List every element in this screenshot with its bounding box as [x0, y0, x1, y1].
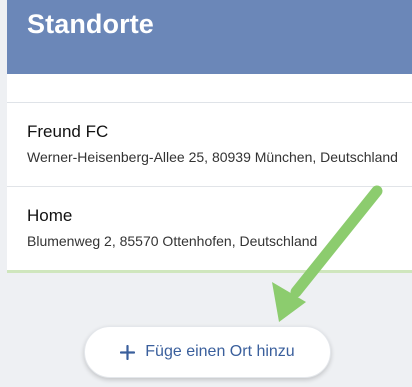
location-name: Freund FC [27, 122, 109, 141]
app-header: Standorte [7, 0, 412, 74]
locations-list: Freund FC Werner-Heisenberg-Allee 25, 80… [7, 102, 412, 271]
list-top-spacer [7, 74, 412, 102]
location-address: Blumenweg 2, 85570 Ottenhofen, Deutschla… [27, 233, 318, 249]
location-address: Werner-Heisenberg-Allee 25, 80939 Münche… [27, 149, 398, 165]
list-item-location[interactable]: Freund FC Werner-Heisenberg-Allee 25, 80… [7, 103, 412, 185]
add-location-label: Füge einen Ort hinzu [145, 343, 295, 360]
list-item-location[interactable]: Home Blumenweg 2, 85570 Ottenhofen, Deut… [7, 186, 412, 269]
add-location-button[interactable]: Füge einen Ort hinzu [84, 326, 331, 378]
plus-icon [120, 344, 136, 360]
location-name: Home [27, 206, 73, 225]
page-title: Standorte [27, 9, 154, 39]
